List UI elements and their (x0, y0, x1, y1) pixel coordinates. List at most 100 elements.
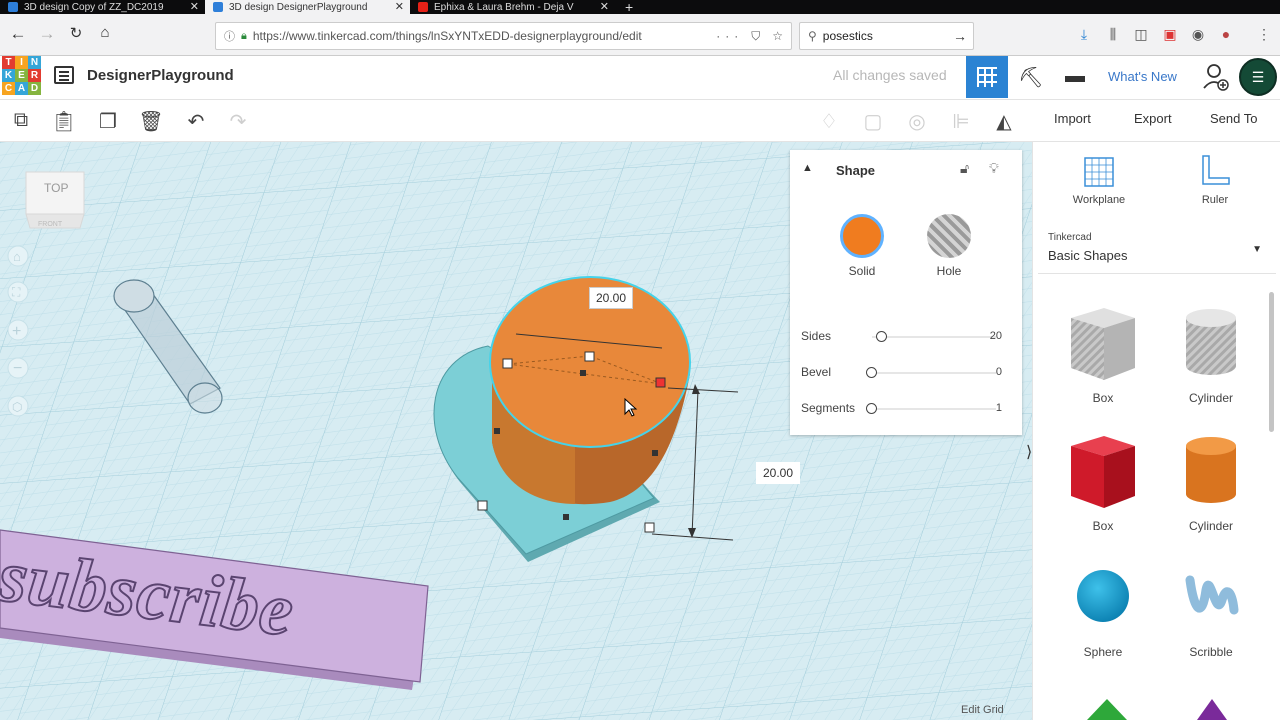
ungroup-icon[interactable]: ◎ (904, 109, 930, 134)
search-go-icon[interactable]: → (953, 28, 967, 44)
url-text: https://www.tinkercad.com/things/lnSxYNT… (252, 29, 642, 43)
tinkercad-logo[interactable]: T I N K E R C A D (2, 56, 42, 96)
solid-color-swatch[interactable] (840, 214, 884, 258)
shape-category-dropdown[interactable]: Tinkercad Basic Shapes ▼ (1038, 226, 1276, 274)
hole-label: Hole (936, 264, 962, 278)
align-icon[interactable]: ⊫ (948, 109, 974, 134)
url-bar[interactable]: ⓘ 🔒︎ https://www.tinkercad.com/things/ln… (215, 22, 792, 50)
design-title[interactable]: DesignerPlayground (87, 67, 234, 84)
segments-slider-knob[interactable] (866, 403, 877, 414)
category-name: Basic Shapes (1048, 248, 1128, 263)
import-button[interactable]: Import (1054, 111, 1091, 126)
sidebar-icon[interactable]: ◫ (1131, 26, 1151, 43)
logo-letter: T (2, 56, 15, 69)
paste-icon[interactable]: 📋︎ (51, 109, 77, 134)
new-tab-icon[interactable]: + (615, 0, 643, 14)
shape-label: Box (1092, 391, 1114, 405)
edit-grid-button[interactable]: Edit Grid (961, 704, 1004, 716)
duplicate-icon[interactable]: ❐ (95, 109, 121, 134)
cylinder-icon (1186, 437, 1236, 503)
shape-cylinder[interactable]: Cylinder (1166, 432, 1256, 533)
browser-tab-label: 3D design DesignerPlayground (229, 1, 368, 13)
visibility-bulb-icon[interactable]: 💡︎ (989, 160, 999, 177)
sides-value[interactable]: 20 (990, 330, 1002, 342)
shape-cylinder-hole[interactable]: Cylinder (1166, 304, 1256, 405)
bookmark-star-icon[interactable]: ☆ (772, 29, 783, 43)
shape-box-hole[interactable]: Box (1058, 304, 1148, 405)
undo-icon[interactable]: ↶ (183, 109, 209, 134)
mirror-icon[interactable]: ◭ (991, 109, 1017, 134)
info-icon[interactable]: ⓘ (224, 28, 235, 44)
shape-sphere[interactable]: Sphere (1058, 560, 1148, 659)
fit-view-icon[interactable]: ⛶ (11, 285, 21, 299)
sides-slider[interactable] (872, 331, 996, 342)
shape-scribble[interactable]: Scribble (1166, 560, 1256, 659)
library-icon[interactable]: ⫼ (1103, 26, 1123, 43)
close-tab-icon[interactable]: ✕ (395, 0, 404, 14)
lock-icon[interactable]: 🔓︎ (960, 160, 969, 177)
send-to-button[interactable]: Send To (1210, 111, 1257, 126)
avatar[interactable]: ☰ (1239, 58, 1277, 96)
bevel-slider-knob[interactable] (866, 367, 877, 378)
category-source: Tinkercad (1048, 232, 1092, 243)
browser-tab-label: 3D design Copy of ZZ_DC2019 (24, 1, 164, 13)
scribble-icon (1185, 575, 1239, 615)
zoom-out-icon[interactable]: − (13, 360, 22, 377)
home-icon[interactable]: ⌂ (94, 24, 116, 41)
download-icon[interactable]: ⤓ (1074, 26, 1094, 43)
back-icon[interactable]: ← (7, 24, 29, 44)
forward-icon[interactable]: → (36, 24, 58, 44)
whats-new-link[interactable]: What's New (1108, 69, 1177, 84)
browser-tab-3[interactable]: Ephixa & Laura Brehm - Deja V ✕ (410, 0, 615, 14)
pyramid-icon[interactable] (1197, 697, 1227, 720)
height-dimension-label[interactable]: 20.00 (756, 462, 800, 484)
page-actions-icon[interactable]: ··· (716, 29, 743, 43)
ortho-view-icon[interactable]: ⬡ (12, 400, 22, 414)
shape-box[interactable]: Box (1058, 432, 1148, 533)
workplane-icon[interactable] (1069, 154, 1129, 190)
extension-icon[interactable]: ◉ (1188, 26, 1208, 43)
export-button[interactable]: Export (1134, 111, 1172, 126)
pocket-icon[interactable]: ⛉ (751, 29, 760, 44)
ruler-label[interactable]: Ruler (1175, 194, 1255, 206)
ruler-icon[interactable] (1185, 154, 1245, 190)
bricks-icon[interactable]: ▬ (1065, 65, 1085, 88)
search-input[interactable]: posestics (823, 29, 873, 43)
notes-bulb-icon[interactable]: ♢ (816, 109, 842, 134)
cylinder-hole-icon (1186, 309, 1236, 375)
pickaxe-icon[interactable]: ⛏ (1018, 65, 1043, 90)
sides-slider-knob[interactable] (876, 331, 887, 342)
home-view-icon[interactable]: ⌂ (13, 249, 21, 264)
shape-label: Sphere (1083, 645, 1123, 659)
zoom-in-icon[interactable]: + (12, 323, 21, 340)
tinkercad-favicon-icon (8, 2, 18, 12)
hole-swatch[interactable] (927, 214, 971, 258)
shapes-panel-scrollbar[interactable] (1269, 292, 1274, 432)
extension-icon[interactable]: ▣ (1160, 26, 1180, 43)
redo-icon[interactable]: ↷ (225, 109, 251, 134)
group-icon[interactable]: ▢ (860, 109, 886, 134)
browser-tab-1[interactable]: 3D design Copy of ZZ_DC2019 ✕ (0, 0, 205, 14)
copy-icon[interactable]: ⧉ (8, 109, 34, 132)
design-list-icon[interactable] (54, 66, 74, 84)
collapse-inspector-icon[interactable]: ▲ (802, 162, 813, 174)
segments-slider[interactable] (866, 403, 996, 414)
menu-icon[interactable]: ⋮ (1254, 26, 1274, 43)
bevel-value[interactable]: 0 (996, 366, 1002, 378)
close-tab-icon[interactable]: ✕ (600, 0, 609, 14)
add-user-icon[interactable] (1202, 62, 1230, 92)
reload-icon[interactable]: ↻ (65, 24, 87, 42)
browser-tab-2[interactable]: 3D design DesignerPlayground ✕ (205, 0, 410, 14)
extension-icon[interactable]: ● (1216, 26, 1236, 42)
delete-icon[interactable]: 🗑︎ (138, 109, 164, 134)
shape-inspector: ▲ Shape 🔓︎ 💡︎ Solid Hole Sides 20 Bevel … (790, 150, 1022, 435)
roof-icon[interactable] (1087, 697, 1127, 720)
width-dimension-label[interactable]: 20.00 (589, 287, 633, 309)
search-box[interactable]: ⚲ posestics → (799, 22, 974, 50)
view-cube-top-label: TOP (44, 181, 68, 195)
bevel-slider[interactable] (866, 367, 996, 378)
close-tab-icon[interactable]: ✕ (190, 0, 199, 14)
workplane-label[interactable]: Workplane (1059, 194, 1139, 206)
segments-value[interactable]: 1 (996, 402, 1002, 414)
3d-view-button[interactable] (966, 56, 1008, 98)
